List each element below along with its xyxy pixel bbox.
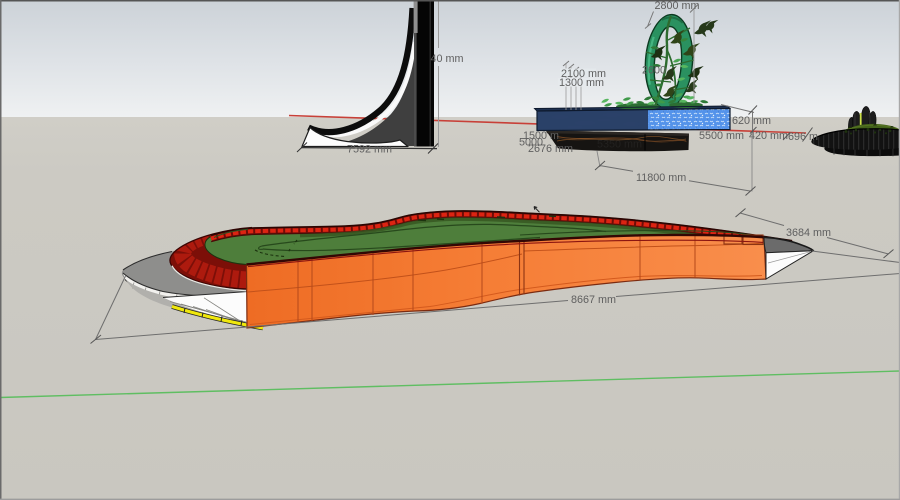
svg-text:620 mm: 620 mm	[732, 115, 771, 127]
svg-text:2676 mm: 2676 mm	[528, 143, 573, 155]
svg-text:5500 mm: 5500 mm	[699, 130, 744, 142]
svg-text:420 mm: 420 mm	[749, 130, 788, 142]
svg-text:1300 mm: 1300 mm	[559, 77, 604, 89]
svg-text:2800 mm: 2800 mm	[655, 0, 700, 12]
svg-text:2600: 2600	[642, 65, 666, 77]
svg-text:11800 mm: 11800 mm	[636, 172, 686, 184]
svg-text:7592 mm: 7592 mm	[347, 144, 392, 156]
svg-text:40 mm: 40 mm	[431, 53, 464, 65]
svg-text:8667 mm: 8667 mm	[571, 294, 616, 306]
svg-text:5350 mm: 5350 mm	[597, 139, 642, 151]
svg-text:3684 mm: 3684 mm	[786, 227, 831, 239]
